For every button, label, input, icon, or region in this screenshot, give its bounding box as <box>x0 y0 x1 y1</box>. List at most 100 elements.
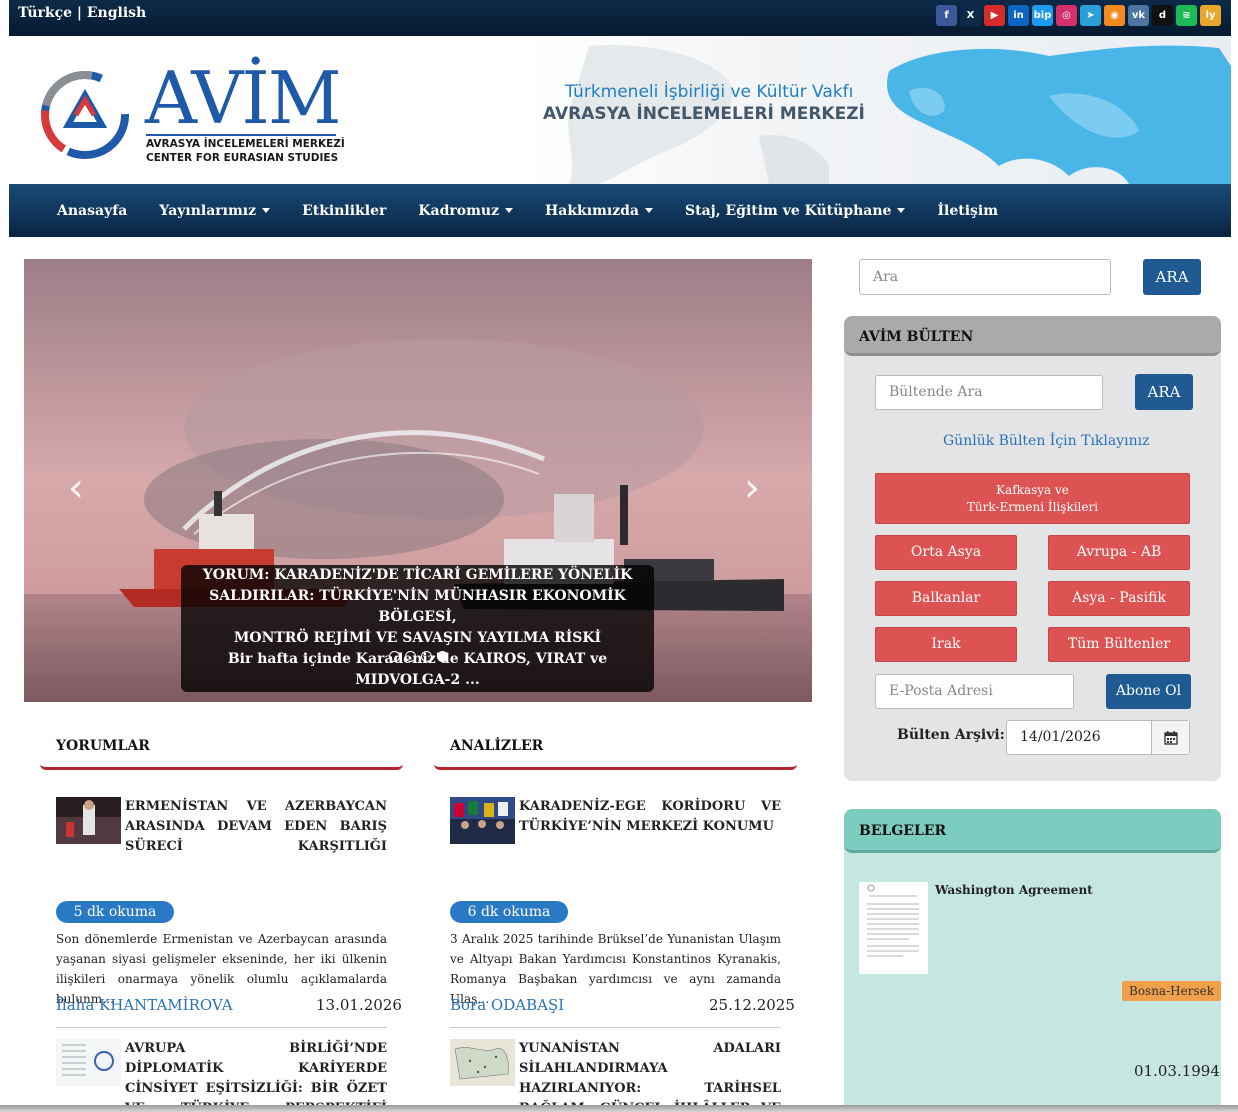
article-title[interactable]: AVRUPA BİRLİĞİ’NDE DİPLOMATİK KARİYERDE … <box>125 1039 387 1112</box>
daily-bulletin-link[interactable]: Günlük Bülten İçin Tıklayınız <box>943 433 1150 449</box>
bulletin-topic-button[interactable]: Avrupa - AB <box>1048 535 1190 570</box>
nav-item-label: Etkinlikler <box>302 202 387 219</box>
article-thumbnail[interactable] <box>450 797 515 844</box>
nav-item-i-letişim[interactable]: İletişim <box>937 203 998 219</box>
lang-separator: | <box>76 5 82 21</box>
avim-logo-emblem <box>41 71 129 159</box>
logo-subtitle-en: CENTER FOR EURASIAN STUDIES <box>146 152 339 164</box>
document-date: 01.03.1994 <box>1134 1062 1220 1080</box>
caret-down-icon <box>897 208 906 213</box>
slider-dot[interactable] <box>389 651 400 662</box>
nav-item-anasayfa[interactable]: Anasayfa <box>57 203 127 219</box>
caret-down-icon <box>645 208 654 213</box>
vk-icon[interactable]: vk <box>1128 5 1149 26</box>
document-tag[interactable]: Bosna-Hersek <box>1122 981 1221 1001</box>
slider-next-button[interactable]: › <box>744 465 760 511</box>
logo-rule <box>146 134 336 136</box>
article-author-link[interactable]: Bora ODABAŞI <box>450 996 564 1014</box>
bulletin-topic-button[interactable]: Balkanlar <box>875 581 1017 616</box>
bulten-search-button[interactable]: ARA <box>1135 374 1193 410</box>
language-switcher: Türkçe | English <box>18 5 146 21</box>
bip-icon[interactable]: bip <box>1032 5 1053 26</box>
nav-item-label: Staj, Eğitim ve Kütüphane <box>685 202 892 219</box>
header-tagline-foundation: Türkmeneli İşbirliği ve Kültür Vakfı <box>565 82 854 102</box>
topic-label-line1: Kafkasya ve <box>996 483 1069 497</box>
bulten-search-input[interactable]: Bültende Ara <box>875 375 1103 410</box>
x-icon[interactable]: X <box>960 5 981 26</box>
subscribe-button[interactable]: Abone Ol <box>1106 674 1191 709</box>
slide-title-line3: MONTRÖ REJİMİ VE SAVAŞIN YAYILMA RİSKİ <box>233 630 602 646</box>
dailymotion-icon[interactable]: d <box>1152 5 1173 26</box>
social-links: f X ▶ in bip ◎ ➤ ◉ vk d ≋ ly <box>936 5 1221 26</box>
rss-icon[interactable]: ◉ <box>1104 5 1125 26</box>
logo-subtitle-tr: AVRASYA İNCELEMELERİ MERKEZİ <box>146 138 345 150</box>
article-date: 25.12.2025 <box>709 996 795 1014</box>
site-search-input[interactable]: Ara <box>859 259 1111 295</box>
article-thumbnail[interactable] <box>450 1039 515 1086</box>
article-date: 13.01.2026 <box>316 996 402 1014</box>
instagram-icon[interactable]: ◎ <box>1056 5 1077 26</box>
header-tagline-center: AVRASYA İNCELEMELERİ MERKEZİ <box>543 104 865 124</box>
slider-prev-button[interactable]: ‹ <box>68 465 84 511</box>
article-author-link[interactable]: İlaha KHANTAMİROVA <box>56 996 233 1014</box>
nav-item-staj-eğitim-ve-kütüphane[interactable]: Staj, Eğitim ve Kütüphane <box>685 202 906 219</box>
slide-caption[interactable]: YORUM: KARADENİZ'DE TİCARİ GEMİLERE YÖNE… <box>181 565 654 692</box>
caret-down-icon <box>505 208 514 213</box>
newsletter-email-input[interactable]: E-Posta Adresi <box>875 674 1074 709</box>
logo-wordmark[interactable]: AVİM <box>145 58 342 138</box>
nav-item-hakkımızda[interactable]: Hakkımızda <box>545 202 654 219</box>
bulten-panel-title: AVİM BÜLTEN <box>844 316 1221 356</box>
bulletin-topic-button[interactable]: Tüm Bültenler <box>1048 627 1190 662</box>
read-time-badge: 5 dk okuma <box>56 901 174 923</box>
logo-subtitle: AVRASYA İNCELEMELERİ MERKEZİ CENTER FOR … <box>146 133 345 165</box>
bulletin-topic-button[interactable]: Asya - Pasifik <box>1048 581 1190 616</box>
nsosyal-icon[interactable]: ly <box>1200 5 1221 26</box>
archive-date-value: 14/01/2026 <box>1020 729 1101 745</box>
section-divider <box>40 764 403 770</box>
caret-down-icon <box>262 208 271 213</box>
article-thumbnail[interactable] <box>56 1039 121 1086</box>
article-title[interactable]: ERMENİSTAN VE AZERBAYCAN ARASINDA DEVAM … <box>125 797 387 857</box>
slider-indicators <box>389 651 448 662</box>
bulletin-topic-button[interactable]: Orta Asya <box>875 535 1017 570</box>
bulletin-topic-button[interactable]: Irak <box>875 627 1017 662</box>
nav-item-label: İletişim <box>937 202 999 219</box>
window-frame-right <box>1231 0 1238 1112</box>
lang-turkish-link[interactable]: Türkçe <box>18 5 72 21</box>
youtube-icon[interactable]: ▶ <box>984 5 1005 26</box>
facebook-icon[interactable]: f <box>936 5 957 26</box>
article-divider <box>56 1027 387 1028</box>
nav-item-etkinlikler[interactable]: Etkinlikler <box>302 203 386 219</box>
article-thumbnail[interactable] <box>56 797 121 844</box>
article-title[interactable]: YUNANİSTAN ADALARI SİLAHLANDIRMAYA HAZIR… <box>519 1039 781 1112</box>
nav-item-kadromuz[interactable]: Kadromuz <box>418 202 514 219</box>
bulletin-topic-caucasus-button[interactable]: Kafkasya ve Türk-Ermeni İlişkileri <box>875 473 1190 524</box>
section-title-yorumlar[interactable]: YORUMLAR <box>56 738 150 754</box>
belgeler-panel-title: BELGELER <box>844 809 1221 853</box>
slide-title-line1: YORUM: KARADENİZ'DE TİCARİ GEMİLERE YÖNE… <box>202 567 633 583</box>
section-divider <box>434 764 797 770</box>
site-header: AVİM AVRASYA İNCELEMELERİ MERKEZİ CENTER… <box>9 36 1231 184</box>
lang-english-link[interactable]: English <box>87 5 146 21</box>
main-navigation: Anasayfa Yayınlarımız Etkinlikler Kadromuz H… <box>9 184 1231 237</box>
article-title[interactable]: KARADENİZ-EGE KORİDORU VE TÜRKİYE’NİN ME… <box>519 797 781 837</box>
telegram-icon[interactable]: ➤ <box>1080 5 1101 26</box>
nav-item-label: Yayınlarımız <box>159 202 257 219</box>
section-title-analizler[interactable]: ANALİZLER <box>450 738 543 754</box>
site-search-button[interactable]: ARA <box>1143 259 1201 295</box>
slide-title-line2: SALDIRILAR: TÜRKİYE'NİN MÜNHASIR EKONOMİ… <box>209 588 626 625</box>
nav-item-label: Anasayfa <box>57 202 128 219</box>
slider-dot[interactable] <box>405 651 416 662</box>
nav-item-label: Hakkımızda <box>545 202 640 219</box>
calendar-button[interactable] <box>1151 721 1189 754</box>
nav-item-label: Kadromuz <box>418 202 500 219</box>
linkedin-icon[interactable]: in <box>1008 5 1029 26</box>
hero-slider[interactable]: ‹ › YORUM: KARADENİZ'DE TİCARİ GEMİLERE … <box>24 259 812 702</box>
spotify-icon[interactable]: ≋ <box>1176 5 1197 26</box>
nav-item-yayınlarımız[interactable]: Yayınlarımız <box>159 202 271 219</box>
window-frame-bottom <box>0 1105 1238 1112</box>
document-title[interactable]: Washington Agreement <box>935 883 1093 897</box>
slider-dot[interactable] <box>437 651 448 662</box>
slider-dot[interactable] <box>421 651 432 662</box>
document-thumbnail[interactable] <box>859 882 928 974</box>
